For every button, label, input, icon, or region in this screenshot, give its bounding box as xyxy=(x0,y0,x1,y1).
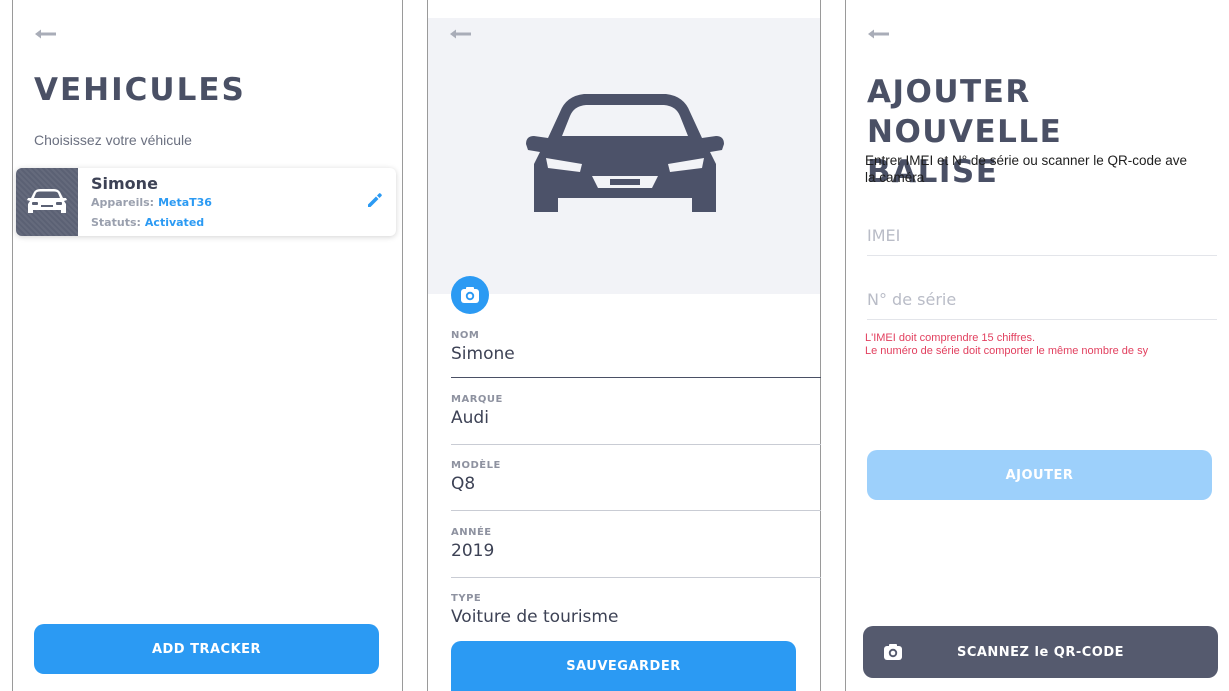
camera-icon xyxy=(884,644,902,660)
add-beacon-screen: AJOUTER NOUVELLE BALISE Entrer IMEI et N… xyxy=(845,0,1229,691)
field-label: MODÈLE xyxy=(451,460,501,471)
field-label: MARQUE xyxy=(451,394,503,405)
field-label: ANNÉE xyxy=(451,527,492,538)
field-underline xyxy=(451,510,821,511)
back-arrow-icon[interactable] xyxy=(449,28,475,40)
add-tracker-button[interactable]: ADD TRACKER xyxy=(34,624,379,674)
status-value: Activated xyxy=(144,216,205,229)
vehicle-thumbnail xyxy=(16,168,78,236)
page-title: VEHICULES xyxy=(34,72,246,108)
status-label: Statuts: xyxy=(91,216,141,229)
title-line: AJOUTER NOUVELLE xyxy=(867,74,1063,150)
scan-qr-code-button[interactable]: SCANNEZ le QR-CODE xyxy=(863,626,1218,678)
vehicles-screen: VEHICULES Choisissez votre véhicule Simo… xyxy=(12,0,403,691)
field-underline xyxy=(451,377,821,378)
imei-input[interactable] xyxy=(867,216,1217,256)
name-field[interactable]: NOM Simone xyxy=(451,330,821,378)
serial-error-message: Le numéro de série doit comporter le mêm… xyxy=(865,345,1149,357)
vehicle-card[interactable]: Simone Appareils: MetaT36 Statuts: Activat… xyxy=(16,168,396,236)
field-value: Audi xyxy=(451,408,489,428)
panel-border xyxy=(12,0,13,691)
devices-label: Appareils: xyxy=(91,196,155,209)
back-arrow-icon[interactable] xyxy=(34,28,60,40)
scan-button-label: SCANNEZ le QR-CODE xyxy=(956,644,1125,660)
vehicle-detail-screen: NOM Simone MARQUE Audi MODÈLE Q8 ANNÉE 2… xyxy=(427,0,821,691)
field-value: Q8 xyxy=(451,474,476,494)
field-value: 2019 xyxy=(451,541,495,561)
save-button[interactable]: SAUVEGARDER xyxy=(451,641,796,691)
field-underline xyxy=(451,444,821,445)
year-field[interactable]: ANNÉE 2019 xyxy=(451,527,821,578)
back-arrow-icon[interactable] xyxy=(867,28,893,40)
page-subtitle: Choisissez votre véhicule xyxy=(34,132,192,148)
brand-field[interactable]: MARQUE Audi xyxy=(451,394,821,445)
camera-icon xyxy=(461,287,479,303)
car-icon xyxy=(526,94,724,212)
instructions-line: Entrer IMEI et N° de série ou scanner le… xyxy=(865,153,1188,168)
vehicle-status-row: Statuts: Activated xyxy=(91,216,204,229)
add-button[interactable]: AJOUTER xyxy=(867,450,1212,500)
type-field[interactable]: TYPE Voiture de tourisme xyxy=(451,593,821,627)
field-value: Voiture de tourisme xyxy=(451,607,619,627)
field-label: NOM xyxy=(451,330,480,341)
devices-value: MetaT36 xyxy=(158,196,212,209)
pencil-icon[interactable] xyxy=(366,191,384,209)
vehicle-name: Simone xyxy=(91,174,158,193)
change-photo-button[interactable] xyxy=(451,276,489,314)
vehicle-devices-row: Appareils: MetaT36 xyxy=(91,196,212,209)
field-value: Simone xyxy=(451,344,515,364)
panel-border xyxy=(845,0,846,691)
serial-number-input[interactable] xyxy=(867,280,1217,320)
instructions-line: la caméra xyxy=(865,170,925,185)
vehicle-photo xyxy=(428,18,820,294)
field-label: TYPE xyxy=(451,593,482,604)
model-field[interactable]: MODÈLE Q8 xyxy=(451,460,821,511)
panel-border xyxy=(402,0,403,691)
car-icon xyxy=(27,189,67,213)
field-underline xyxy=(451,577,821,578)
imei-error-message: L'IMEI doit comprendre 15 chiffres. xyxy=(865,332,1036,344)
instructions-text: Entrer IMEI et N° de série ou scanner le… xyxy=(865,152,1229,186)
